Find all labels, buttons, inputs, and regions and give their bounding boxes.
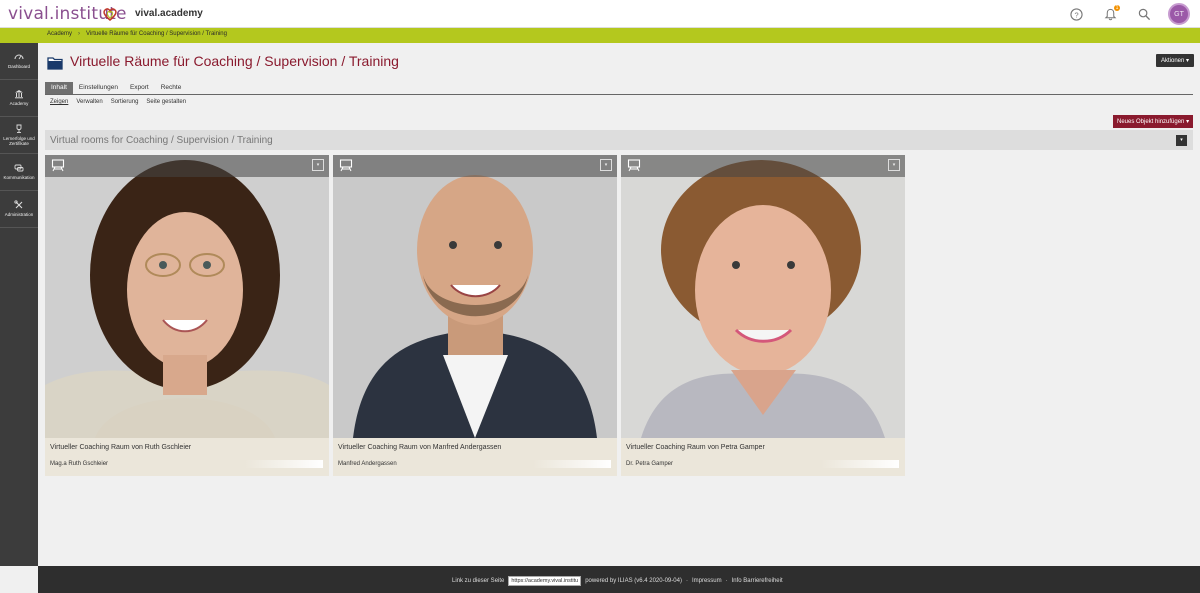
add-new-object-label: Neues Objekt hinzufügen [1117, 119, 1185, 125]
footer-separator: · [725, 578, 728, 584]
card-info: Virtueller Coaching Raum von Manfred And… [333, 438, 617, 476]
card-photo [45, 155, 329, 438]
virtual-room-icon [627, 159, 641, 172]
sidebar-item-administration[interactable]: Administration [0, 191, 38, 228]
card-info: Virtueller Coaching Raum von Ruth Gschle… [45, 438, 329, 476]
sidebar: Dashboard Academy Lernerfolge und Zertif… [0, 43, 38, 566]
subtab-sorting[interactable]: Sortierung [111, 99, 139, 105]
card-header-overlay [45, 155, 329, 177]
search-icon[interactable] [1134, 4, 1154, 24]
card-title[interactable]: Virtueller Coaching Raum von Manfred And… [338, 444, 501, 451]
footer-powered-by: powered by ILIAS (v6.4 2020-09-04) [585, 578, 682, 584]
main-content: Virtuelle Räume für Coaching / Supervisi… [38, 43, 1200, 566]
subtab-bar: Zeigen Verwalten Sortierung Seite gestal… [50, 99, 186, 105]
subtab-page-design[interactable]: Seite gestalten [146, 99, 186, 105]
chevron-right-icon: › [78, 31, 81, 37]
avatar[interactable]: GT [1168, 3, 1190, 25]
site-name[interactable]: vival.academy [135, 8, 203, 19]
sidebar-item-label: Kommunikation [3, 175, 35, 180]
breadcrumb-bar: Academy › Virtuelle Räume für Coaching /… [0, 28, 1200, 43]
virtual-room-icon [339, 159, 353, 172]
svg-text:?: ? [1074, 10, 1078, 19]
footer-accessibility-link[interactable]: Info Barrierefreiheit [732, 578, 783, 584]
virtual-room-icon [51, 159, 65, 172]
page-title: Virtuelle Räume für Coaching / Supervisi… [70, 53, 399, 69]
card-owner-name: Dr. Petra Gamper [626, 461, 674, 467]
sidebar-item-label: Administration [4, 212, 34, 217]
trophy-icon [16, 124, 22, 133]
footer-link-label: Link zu dieser Seite [452, 578, 505, 584]
card-dropdown-button[interactable]: ▾ [312, 159, 324, 171]
block-title: Virtual rooms for Coaching / Supervision… [50, 135, 273, 146]
subtab-show[interactable]: Zeigen [50, 99, 68, 105]
card-owner-name: Manfred Andergassen [338, 461, 397, 467]
breadcrumb: Academy › Virtuelle Räume für Coaching /… [47, 31, 227, 37]
footer-separator: · [685, 578, 688, 584]
footer-impressum-link[interactable]: Impressum [692, 578, 722, 584]
sidebar-item-label: Lernerfolge und Zertifikate [3, 136, 35, 146]
card-fade-bar [821, 460, 899, 468]
help-icon[interactable]: ? [1066, 4, 1086, 24]
actions-label: Aktionen [1161, 58, 1185, 64]
breadcrumb-item-current[interactable]: Virtuelle Räume für Coaching / Supervisi… [86, 31, 227, 37]
card-owner-name: Mag.a Ruth Gschleier [50, 461, 109, 467]
tab-export[interactable]: Export [124, 82, 155, 94]
caret-down-icon: ▾ [1186, 58, 1190, 64]
block-header: Virtual rooms for Coaching / Supervision… [45, 130, 1193, 150]
notification-bell-icon[interactable]: 1 [1100, 4, 1120, 24]
card-dropdown-button[interactable]: ▾ [888, 159, 900, 171]
card-header-overlay [333, 155, 617, 177]
sidebar-item-label: Academy [9, 101, 29, 106]
page-link-field[interactable]: https://academy.vival.institu [508, 576, 582, 586]
sidebar-item-achievements[interactable]: Lernerfolge und Zertifikate [0, 117, 38, 154]
card-photo [333, 155, 617, 438]
tools-icon [14, 200, 23, 209]
card-title[interactable]: Virtueller Coaching Raum von Ruth Gschle… [50, 444, 191, 451]
room-card[interactable]: ▾ Virtueller Coaching Raum von Ruth Gsch… [45, 155, 329, 476]
folder-icon [47, 57, 63, 70]
dashboard-icon [14, 54, 24, 60]
room-card[interactable]: ▾ Virtueller Coaching Raum von Manfred A… [333, 155, 617, 476]
card-fade-bar [533, 460, 611, 468]
notification-badge: 1 [1114, 5, 1120, 11]
subtab-manage[interactable]: Verwalten [76, 99, 102, 105]
bank-icon [15, 90, 23, 99]
sidebar-item-label: Dashboard [7, 64, 30, 69]
chat-icon [14, 164, 24, 172]
breadcrumb-item-academy[interactable]: Academy [47, 31, 72, 37]
tab-bar: Inhalt Einstellungen Export Rechte [45, 82, 1193, 95]
sidebar-item-dashboard[interactable]: Dashboard [0, 43, 38, 80]
block-dropdown-button[interactable]: ▾ [1176, 135, 1187, 146]
card-info: Virtueller Coaching Raum von Petra Gampe… [621, 438, 905, 476]
sidebar-item-communication[interactable]: Kommunikation [0, 154, 38, 191]
card-title[interactable]: Virtueller Coaching Raum von Petra Gampe… [626, 444, 765, 451]
tab-permissions[interactable]: Rechte [155, 82, 188, 94]
top-bar: vival.institute vival.academy ? 1 GT [0, 0, 1200, 28]
caret-down-icon: ▾ [1186, 119, 1190, 125]
tab-settings[interactable]: Einstellungen [73, 82, 124, 94]
actions-dropdown-button[interactable]: Aktionen ▾ [1156, 54, 1195, 67]
add-new-object-button[interactable]: Neues Objekt hinzufügen ▾ [1113, 115, 1194, 128]
footer: Link zu dieser Seite https://academy.viv… [38, 566, 1200, 593]
sidebar-item-academy[interactable]: Academy [0, 80, 38, 117]
card-photo [621, 155, 905, 438]
card-header-overlay [621, 155, 905, 177]
heart-logo-icon [103, 8, 117, 21]
tab-content[interactable]: Inhalt [45, 82, 73, 94]
room-card[interactable]: ▾ Virtueller Coaching Raum von Petra Gam… [621, 155, 905, 476]
card-dropdown-button[interactable]: ▾ [600, 159, 612, 171]
card-fade-bar [245, 460, 323, 468]
